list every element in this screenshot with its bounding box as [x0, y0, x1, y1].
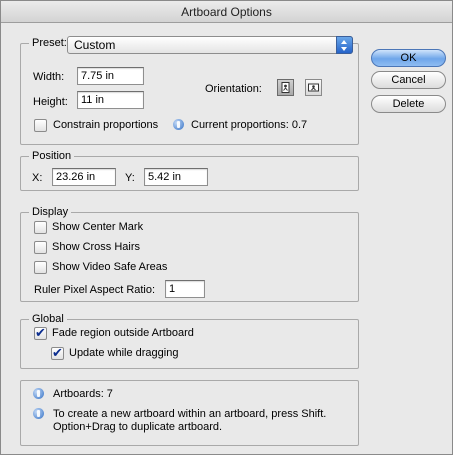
show-cross-hairs-label: Show Cross Hairs [52, 241, 141, 253]
display-legend: Display [29, 205, 72, 219]
x-position-field[interactable]: 23.26 in [52, 168, 116, 186]
orientation-portrait-button[interactable] [277, 79, 294, 96]
info-icon [33, 388, 44, 399]
artboards-count-text: Artboards: 7 [53, 388, 113, 400]
width-label: Width: [33, 71, 65, 83]
tip-text-line2: Option+Drag to duplicate artboard. [53, 421, 223, 433]
delete-button[interactable]: Delete [371, 95, 446, 113]
orientation-label: Orientation: [205, 83, 262, 95]
update-while-dragging-label: Update while dragging [69, 347, 179, 359]
ruler-aspect-ratio-field[interactable]: 1 [165, 280, 205, 298]
show-center-mark-checkbox[interactable] [34, 221, 47, 234]
position-legend: Position [29, 149, 75, 163]
global-legend: Global [29, 312, 67, 326]
x-label: X: [32, 172, 43, 184]
constrain-proportions-label: Constrain proportions [53, 119, 159, 131]
artboard-options-dialog: Artboard Options Preset: Custom Width: 7… [0, 0, 453, 455]
info-icon [173, 119, 184, 130]
orientation-landscape-button[interactable] [305, 79, 322, 96]
show-center-mark-label: Show Center Mark [52, 221, 144, 233]
landscape-icon [308, 83, 319, 92]
y-label: Y: [125, 172, 135, 184]
preset-label: Preset: [29, 36, 70, 50]
current-proportions-text: Current proportions: 0.7 [191, 119, 308, 131]
preset-dropdown[interactable]: Custom [67, 36, 353, 54]
height-field[interactable]: 11 in [77, 91, 144, 109]
update-while-dragging-checkbox[interactable] [51, 345, 64, 361]
width-field[interactable]: 7.75 in [77, 67, 144, 85]
info-icon [33, 408, 44, 419]
height-label: Height: [33, 96, 68, 108]
fade-region-checkbox[interactable] [34, 325, 47, 341]
show-video-safe-areas-checkbox[interactable] [34, 261, 47, 274]
window-title: Artboard Options [1, 1, 452, 23]
constrain-proportions-checkbox[interactable] [34, 119, 47, 132]
portrait-icon [281, 82, 290, 93]
tip-text-line1: To create a new artboard within an artbo… [53, 408, 327, 420]
ok-button[interactable]: OK [371, 49, 446, 67]
show-video-safe-areas-label: Show Video Safe Areas [52, 261, 168, 273]
cancel-button[interactable]: Cancel [371, 71, 446, 89]
ruler-aspect-ratio-label: Ruler Pixel Aspect Ratio: [34, 284, 156, 296]
y-position-field[interactable]: 5.42 in [144, 168, 208, 186]
dropdown-arrows-icon [336, 36, 353, 54]
fade-region-label: Fade region outside Artboard [52, 327, 194, 339]
preset-value: Custom [74, 38, 116, 52]
show-cross-hairs-checkbox[interactable] [34, 241, 47, 254]
